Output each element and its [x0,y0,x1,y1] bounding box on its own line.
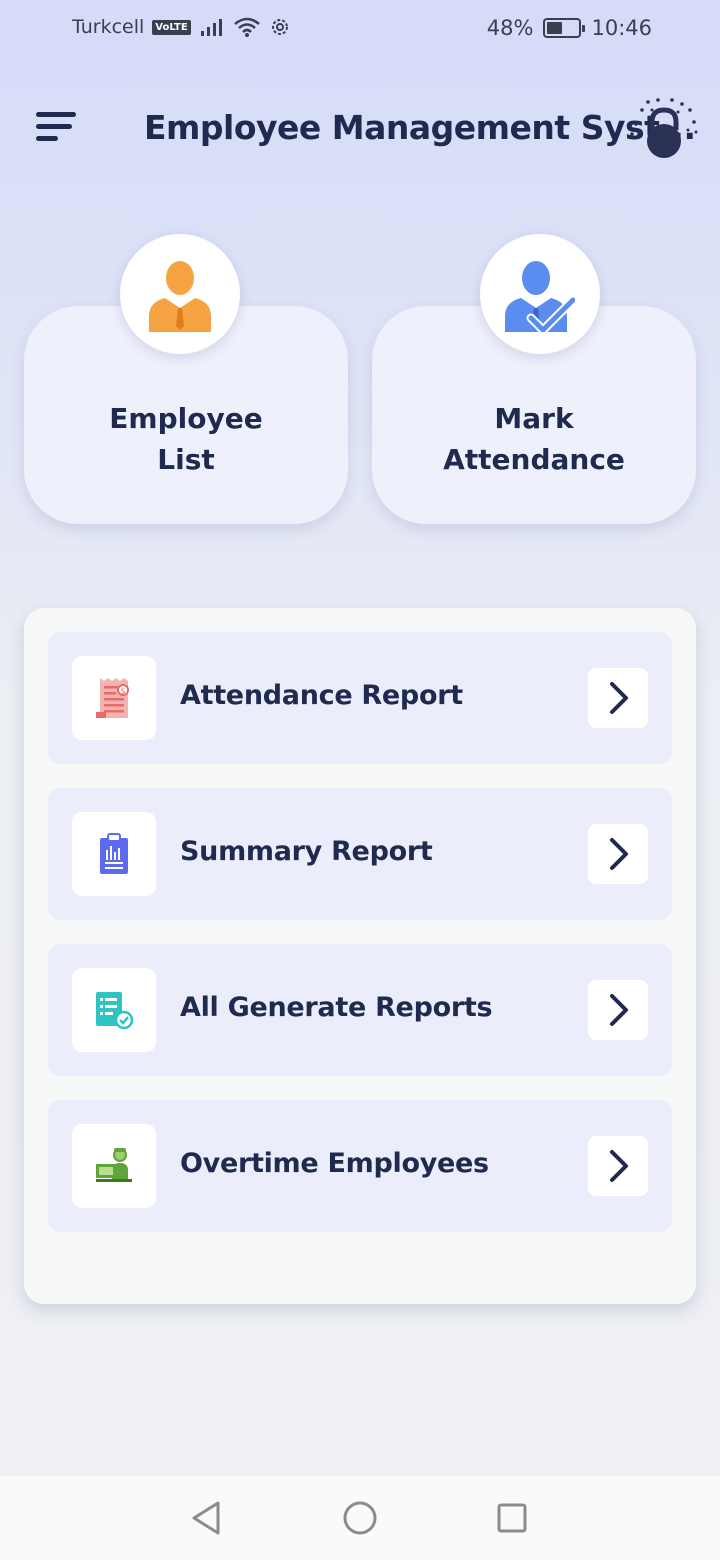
signal-icon [200,19,222,36]
clock: 10:46 [591,16,652,40]
row-label-overtime-employees: Overtime Employees [180,1148,489,1179]
document-check-icon [96,992,134,1030]
attendance-check-icon [505,261,575,332]
volte-badge: VoLTE [152,19,191,35]
row-label-summary-report: Summary Report [180,836,433,867]
attendance-report-row[interactable]: $ Attendance Report [48,632,672,764]
row-label-attendance-report: Attendance Report [180,680,463,711]
lock-icon[interactable] [628,96,700,160]
clipboard-chart-icon [100,833,128,874]
wifi-icon [233,17,260,37]
system-nav-bar [0,1476,720,1560]
invoice-receipt-icon: $ [96,678,129,718]
tile-label-mark-attendance: Mark Attendance [443,402,625,476]
menu-icon[interactable] [36,112,78,146]
settings-gear-icon [271,19,288,35]
row-label-all-generate-reports: All Generate Reports [180,992,493,1023]
employee-icon [149,261,211,332]
chevron-right-icon[interactable] [588,824,648,884]
attendance-icon-circle [480,234,600,354]
status-left: Turkcell VoLTE [72,16,291,38]
chevron-right-icon[interactable] [588,1136,648,1196]
row-icon-box [72,1124,156,1208]
page-title: Employee Management Syst... [144,108,696,147]
chevron-right-icon[interactable] [588,668,648,728]
worker-desk-icon [96,1148,132,1182]
svg-text:$: $ [120,687,125,696]
overtime-employees-row[interactable]: Overtime Employees [48,1100,672,1232]
carrier-name: Turkcell [72,16,145,38]
employee-icon-circle [120,234,240,354]
chevron-right-icon[interactable] [588,980,648,1040]
row-icon-box [72,812,156,896]
reports-card: $ Attendance Report Summary Report All G… [24,608,696,1304]
battery-icon [543,18,586,38]
status-right: 48% 10:46 [487,16,652,40]
recents-icon[interactable] [492,1498,532,1538]
battery-percent: 48% [486,16,534,40]
all-generate-reports-row[interactable]: All Generate Reports [48,944,672,1076]
tile-label-employee-list: Employee List [109,402,263,476]
battery-fill [547,22,562,34]
row-icon-box: $ [72,656,156,740]
row-icon-box [72,968,156,1052]
home-icon[interactable] [340,1498,380,1538]
back-icon[interactable] [186,1498,226,1538]
status-bar: Turkcell VoLTE 48% 10:46 [0,0,720,56]
summary-report-row[interactable]: Summary Report [48,788,672,920]
